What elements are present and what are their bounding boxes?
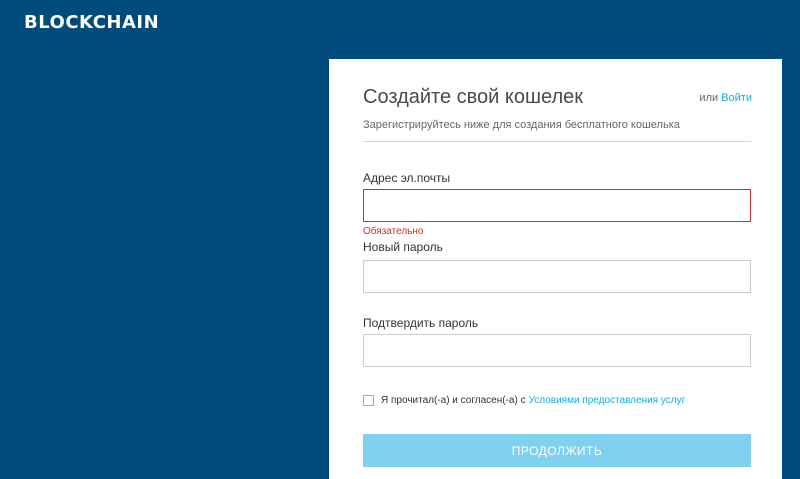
divider xyxy=(363,141,751,142)
login-prompt: или Войти xyxy=(699,92,752,104)
login-link[interactable]: Войти xyxy=(721,92,752,104)
page-title: Создайте свой кошелек xyxy=(363,86,584,108)
login-prefix: или xyxy=(699,92,719,104)
email-label: Адрес эл.почты xyxy=(363,171,451,185)
terms-link[interactable]: Условиями предоставления услуг xyxy=(529,395,686,406)
confirm-password-field[interactable] xyxy=(363,334,751,367)
continue-button[interactable]: ПРОДОЛЖИТЬ xyxy=(363,434,751,467)
password-label: Новый пароль xyxy=(363,240,443,254)
password-field[interactable] xyxy=(363,260,751,293)
signup-card: Создайте свой кошелек или Войти Зарегист… xyxy=(329,59,782,479)
confirm-password-label: Подтвердить пароль xyxy=(363,316,479,330)
page-subtitle: Зарегистрируйтесь ниже для создания бесп… xyxy=(363,119,680,131)
terms-row: Я прочитал(-а) и согласен(-а) с Условиям… xyxy=(363,395,685,406)
terms-text: Я прочитал(-а) и согласен(-а) с xyxy=(381,395,526,406)
blockchain-logo[interactable]: BLOCKCHAIN xyxy=(24,12,159,33)
email-field[interactable] xyxy=(363,189,751,222)
terms-checkbox[interactable] xyxy=(363,395,374,406)
email-error-message: Обязательно xyxy=(363,226,424,237)
